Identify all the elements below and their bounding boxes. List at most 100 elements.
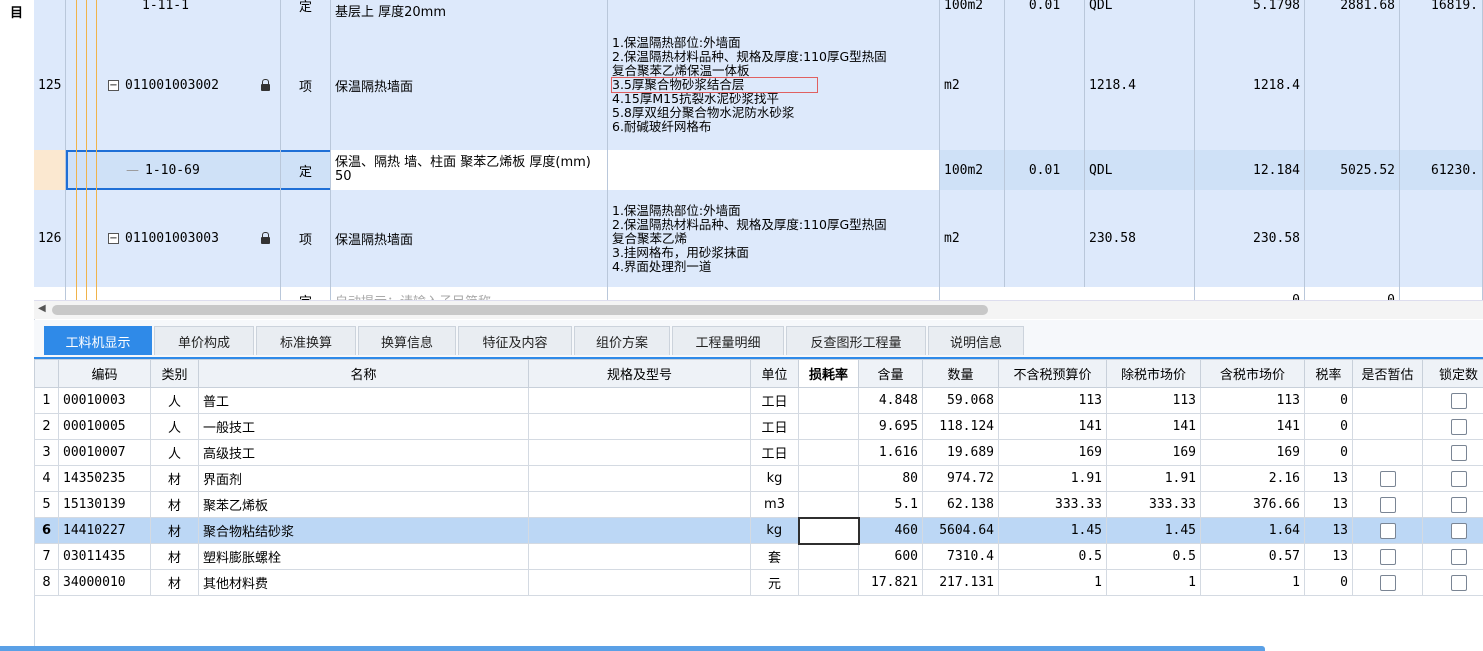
market-price-inc-tax[interactable]: 0.57	[1200, 543, 1305, 570]
tax-rate[interactable]: 0	[1304, 569, 1353, 596]
resource-name[interactable]: 高级技工	[198, 439, 529, 466]
tax-rate[interactable]: 13	[1304, 491, 1353, 518]
resource-content[interactable]: 5.1	[858, 491, 923, 518]
resource-unit[interactable]: 元	[750, 569, 799, 596]
column-header-code[interactable]: 编码	[58, 359, 151, 388]
horizontal-scrollbar[interactable]: ◀	[34, 300, 1483, 319]
resource-quantity[interactable]: 62.138	[922, 491, 999, 518]
resource-code[interactable]: 00010005	[58, 413, 151, 440]
tab-description[interactable]: 说明信息	[928, 326, 1024, 355]
resource-spec[interactable]	[528, 439, 751, 466]
is-estimate-checkbox[interactable]	[1379, 574, 1396, 591]
loss-rate[interactable]	[798, 413, 859, 440]
table-row[interactable]: 126 − 011001003003 项 保温隔热墙面 1.保温隔热部位:外墙面…	[34, 190, 1483, 288]
table-row-selected[interactable]: 6 14410227 材聚合物粘结砂浆 kg 460 5604.64 1.45 1.45 1.6…	[34, 516, 1483, 545]
resource-spec[interactable]	[528, 517, 751, 544]
lock-qty-checkbox[interactable]	[1450, 496, 1467, 513]
pre-tax-price[interactable]: 0.5	[998, 543, 1107, 570]
resource-category[interactable]: 人	[150, 387, 199, 414]
resource-name[interactable]: 一般技工	[198, 413, 529, 440]
resource-quantity[interactable]: 19.689	[922, 439, 999, 466]
pre-tax-price[interactable]: 113	[998, 387, 1107, 414]
resource-quantity[interactable]: 59.068	[922, 387, 999, 414]
resource-quantity[interactable]: 5604.64	[922, 517, 999, 544]
resource-content[interactable]: 4.848	[858, 387, 923, 414]
market-price-inc-tax[interactable]: 113	[1200, 387, 1305, 414]
resource-quantity[interactable]: 974.72	[922, 465, 999, 492]
column-header-loss-rate[interactable]: 损耗率	[798, 359, 859, 388]
column-header-spec[interactable]: 规格及型号	[528, 359, 751, 388]
resource-category[interactable]: 人	[150, 413, 199, 440]
lock-qty-checkbox[interactable]	[1450, 418, 1467, 435]
table-row[interactable]: 1 00010003 人普工 工日 4.848 59.068 113 113 113 0	[34, 387, 1483, 414]
lock-qty-checkbox[interactable]	[1450, 522, 1467, 539]
is-estimate-checkbox[interactable]	[1379, 522, 1396, 539]
market-price-ex-tax[interactable]: 141	[1106, 413, 1201, 440]
column-header-name[interactable]: 名称	[198, 359, 529, 388]
is-estimate-checkbox[interactable]	[1379, 470, 1396, 487]
column-header-market-price-ex-tax[interactable]: 除税市场价	[1106, 359, 1201, 388]
resource-code[interactable]: 14350235	[58, 465, 151, 492]
tab-unit-price-composition[interactable]: 单价构成	[154, 326, 254, 355]
collapse-icon[interactable]: −	[108, 79, 119, 91]
column-header-lock-qty[interactable]: 锁定数	[1422, 359, 1483, 388]
tax-rate[interactable]: 13	[1304, 517, 1353, 544]
resource-category[interactable]: 材	[150, 517, 199, 544]
resource-content[interactable]: 460	[858, 517, 923, 544]
tab-conversion-info[interactable]: 换算信息	[358, 326, 456, 355]
market-price-ex-tax[interactable]: 1.91	[1106, 465, 1201, 492]
resource-unit[interactable]: 工日	[750, 413, 799, 440]
tab-quantity-details[interactable]: 工程量明细	[672, 326, 784, 355]
resource-quantity[interactable]: 118.124	[922, 413, 999, 440]
pre-tax-price[interactable]: 1.91	[998, 465, 1107, 492]
tax-rate[interactable]: 13	[1304, 465, 1353, 492]
column-header-unit[interactable]: 单位	[750, 359, 799, 388]
tax-rate[interactable]: 0	[1304, 439, 1353, 466]
table-row[interactable]: 7 03011435 材塑料膨胀螺栓套 600 7310.4 0.5 0.5 0.57 13	[34, 543, 1483, 570]
resource-unit[interactable]: m3	[750, 491, 799, 518]
resource-unit[interactable]: 工日	[750, 387, 799, 414]
tax-rate[interactable]: 13	[1304, 543, 1353, 570]
column-header-content[interactable]: 含量	[858, 359, 923, 388]
loss-rate[interactable]	[798, 491, 859, 518]
market-price-inc-tax[interactable]: 169	[1200, 439, 1305, 466]
tab-labor-material-machine[interactable]: 工料机显示	[44, 326, 152, 355]
market-price-inc-tax[interactable]: 141	[1200, 413, 1305, 440]
resource-name[interactable]: 其他材料费	[198, 569, 529, 596]
loss-rate[interactable]	[798, 439, 859, 466]
column-header-is-estimate[interactable]: 是否暂估	[1352, 359, 1423, 388]
tab-pricing-scheme[interactable]: 组价方案	[574, 326, 670, 355]
market-price-inc-tax[interactable]: 2.16	[1200, 465, 1305, 492]
table-row[interactable]: 125 − 011001003002 项 保温隔热墙面 1.保温隔热部位:外墙面…	[34, 20, 1483, 151]
scroll-left-icon[interactable]: ◀	[38, 303, 46, 314]
market-price-ex-tax[interactable]: 1.45	[1106, 517, 1201, 544]
resource-name[interactable]: 塑料膨胀螺栓	[198, 543, 529, 570]
loss-rate[interactable]	[798, 465, 859, 492]
market-price-ex-tax[interactable]: 1	[1106, 569, 1201, 596]
loss-rate[interactable]	[798, 569, 859, 596]
loss-rate[interactable]	[797, 516, 860, 545]
table-row[interactable]: 3 00010007 人高级技工 工日 1.616 19.689 169 169 169 0	[34, 439, 1483, 466]
resource-category[interactable]: 材	[150, 569, 199, 596]
resource-category[interactable]: 人	[150, 439, 199, 466]
lock-qty-checkbox[interactable]	[1450, 392, 1467, 409]
loss-rate[interactable]	[798, 543, 859, 570]
pre-tax-price[interactable]: 1.45	[998, 517, 1107, 544]
loss-rate[interactable]	[798, 387, 859, 414]
resource-quantity[interactable]: 217.131	[922, 569, 999, 596]
market-price-ex-tax[interactable]: 333.33	[1106, 491, 1201, 518]
table-row[interactable]: 5 15130139 材聚苯乙烯板 m3 5.1 62.138 333.33 333.33 37…	[34, 491, 1483, 518]
resource-unit[interactable]: kg	[750, 465, 799, 492]
resource-content[interactable]: 1.616	[858, 439, 923, 466]
market-price-inc-tax[interactable]: 1.64	[1200, 517, 1305, 544]
resource-category[interactable]: 材	[150, 543, 199, 570]
market-price-ex-tax[interactable]: 169	[1106, 439, 1201, 466]
resource-code[interactable]: 34000010	[58, 569, 151, 596]
resource-spec[interactable]	[528, 543, 751, 570]
market-price-inc-tax[interactable]: 1	[1200, 569, 1305, 596]
column-header-market-price-inc-tax[interactable]: 含税市场价	[1200, 359, 1305, 388]
table-row[interactable]: 1-11-1 定 基层上 厚度20mm 100m2 0.01 QDL 5.179…	[34, 0, 1483, 21]
tax-rate[interactable]: 0	[1304, 387, 1353, 414]
tab-features-content[interactable]: 特征及内容	[458, 326, 572, 355]
resource-unit[interactable]: 套	[750, 543, 799, 570]
